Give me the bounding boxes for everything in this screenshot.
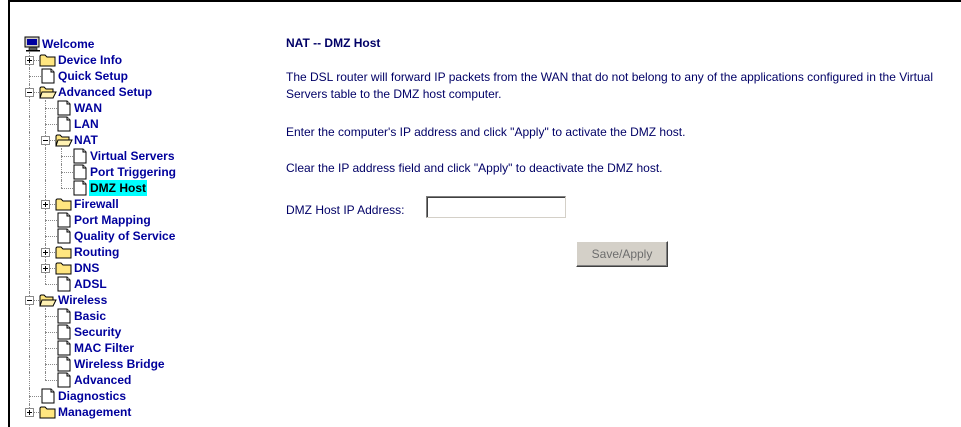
page-icon [39, 388, 57, 404]
nav-item-label-selected[interactable]: DMZ Host [89, 180, 147, 196]
nav-item-label[interactable]: Advanced [73, 372, 132, 388]
page-icon [39, 68, 57, 84]
deactivate-instruction: Clear the IP address field and click "Ap… [286, 161, 663, 175]
nav-item-label[interactable]: Port Mapping [73, 212, 152, 228]
nav-item-label[interactable]: Welcome [41, 36, 95, 52]
nav-item-label[interactable]: LAN [73, 116, 100, 132]
nav-item-label[interactable]: Virtual Servers [89, 148, 176, 164]
folder-closed-icon [55, 260, 73, 276]
nav-item-label[interactable]: Firewall [73, 196, 120, 212]
dmz-ip-input[interactable] [426, 196, 566, 218]
nav-item-label[interactable]: Basic [73, 308, 107, 324]
page-icon [71, 148, 89, 164]
description-text: The DSL router will forward IP packets f… [286, 70, 934, 101]
nav-item-label[interactable]: Security [73, 324, 122, 340]
page-icon [55, 372, 73, 388]
page-icon [55, 100, 73, 116]
folder-closed-icon [39, 404, 57, 420]
expand-plus-icon[interactable] [25, 408, 34, 417]
folder-open-icon [39, 84, 57, 100]
collapse-minus-icon[interactable] [25, 88, 34, 97]
nav-item-label[interactable]: MAC Filter [73, 340, 135, 356]
page-icon [55, 356, 73, 372]
nav-item-label[interactable]: Quick Setup [57, 68, 129, 84]
nav-item-label[interactable]: Quality of Service [73, 228, 176, 244]
folder-closed-icon [39, 52, 57, 68]
nav-item-label[interactable]: Routing [73, 244, 120, 260]
page-icon [55, 116, 73, 132]
page-icon [55, 308, 73, 324]
nav-item-label[interactable]: Management [57, 404, 132, 420]
save-apply-button[interactable]: Save/Apply [576, 241, 668, 267]
page-icon [71, 164, 89, 180]
page-icon [55, 324, 73, 340]
expand-plus-icon[interactable] [41, 248, 50, 257]
page-icon [55, 276, 73, 292]
dmz-ip-label: DMZ Host IP Address: [286, 203, 405, 217]
nav-item-label[interactable]: Diagnostics [57, 388, 127, 404]
page-icon [55, 212, 73, 228]
page-icon [55, 228, 73, 244]
nav-item-label[interactable]: DNS [73, 260, 100, 276]
expand-plus-icon[interactable] [25, 56, 34, 65]
nav-item-label[interactable]: Device Info [57, 52, 123, 68]
page-icon [55, 340, 73, 356]
collapse-minus-icon[interactable] [25, 296, 34, 305]
page-title: NAT -- DMZ Host [286, 36, 381, 50]
nav-item-label[interactable]: Wireless Bridge [73, 356, 166, 372]
collapse-minus-icon[interactable] [41, 136, 50, 145]
expand-plus-icon[interactable] [41, 264, 50, 273]
folder-open-icon [39, 292, 57, 308]
page-icon [71, 180, 89, 196]
folder-closed-icon [55, 244, 73, 260]
activate-instruction: Enter the computer's IP address and clic… [286, 125, 686, 139]
nav-item-label[interactable]: Wireless [57, 292, 108, 308]
nav-item-label[interactable]: Advanced Setup [57, 84, 153, 100]
folder-open-icon [55, 132, 73, 148]
nav-item-label[interactable]: Port Triggering [89, 164, 177, 180]
computer-icon [24, 36, 42, 52]
folder-closed-icon [55, 196, 73, 212]
nav-item-label[interactable]: NAT [73, 132, 99, 148]
expand-plus-icon[interactable] [41, 200, 50, 209]
nav-item-label[interactable]: WAN [73, 100, 103, 116]
nav-item-label[interactable]: ADSL [73, 276, 108, 292]
